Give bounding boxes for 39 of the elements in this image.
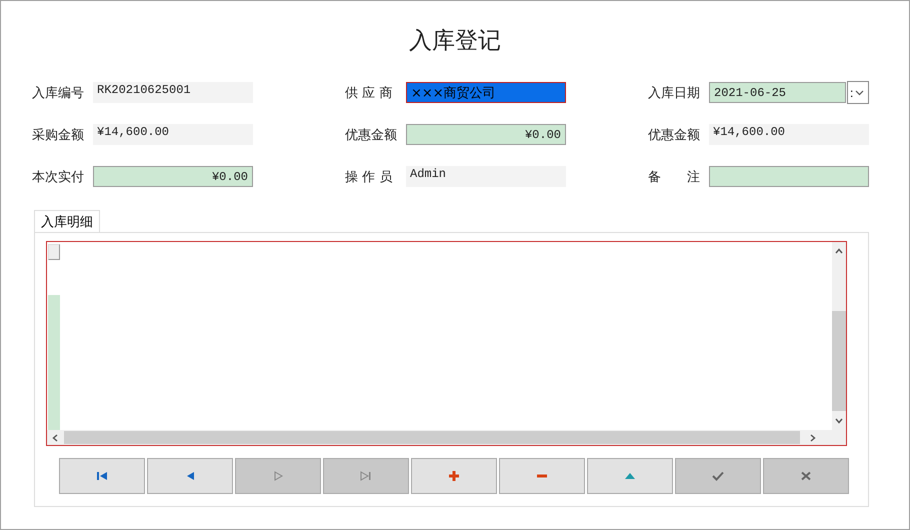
input-field[interactable]: ×××商贸公司 xyxy=(406,82,566,103)
horizontal-scrollbar[interactable] xyxy=(47,430,846,445)
input-field[interactable] xyxy=(709,166,869,187)
vertical-scrollbar[interactable] xyxy=(832,242,846,430)
prev-button[interactable] xyxy=(147,458,233,494)
first-icon xyxy=(95,470,109,482)
check-icon xyxy=(711,470,725,482)
remove-button[interactable] xyxy=(499,458,585,494)
last-icon xyxy=(359,470,373,482)
field-label: 优惠金额 xyxy=(648,126,701,144)
input-field[interactable]: ¥14,600.00 xyxy=(93,124,253,145)
input-field[interactable]: RK20210625001 xyxy=(93,82,253,103)
input-field[interactable]: ¥14,600.00 xyxy=(709,124,869,145)
scroll-up-icon[interactable] xyxy=(835,248,843,254)
field-label: 采购金额 xyxy=(32,126,85,144)
up-button[interactable] xyxy=(587,458,673,494)
dropdown-button[interactable]: : xyxy=(847,81,869,104)
input-field[interactable]: Admin xyxy=(406,166,566,187)
field-label: 入库编号 xyxy=(32,84,85,102)
window-title: 入库登记 xyxy=(408,27,502,56)
tab[interactable]: 入库明细 xyxy=(34,210,100,232)
field-label: 操 作 员 xyxy=(345,168,394,186)
input-field[interactable]: ¥0.00 xyxy=(406,124,566,145)
plus-icon xyxy=(447,470,461,482)
scroll-right-icon[interactable] xyxy=(810,434,816,442)
scroll-left-icon[interactable] xyxy=(52,434,58,442)
scroll-down-icon[interactable] xyxy=(835,418,843,424)
close-icon xyxy=(799,470,813,482)
first-button[interactable] xyxy=(59,458,145,494)
input-field[interactable]: ¥0.00 xyxy=(93,166,253,187)
row-header xyxy=(48,244,60,260)
field-label: 优惠金额 xyxy=(345,126,398,144)
field-label: 入库日期 xyxy=(648,84,701,102)
add-button[interactable] xyxy=(411,458,497,494)
field-label: 本次实付 xyxy=(32,168,85,186)
field-label: 备 注 xyxy=(648,168,701,186)
chevron-down-icon xyxy=(855,90,864,96)
field-label: 供 应 商 xyxy=(345,84,394,102)
date-field[interactable]: 2021-06-25 xyxy=(709,82,846,103)
